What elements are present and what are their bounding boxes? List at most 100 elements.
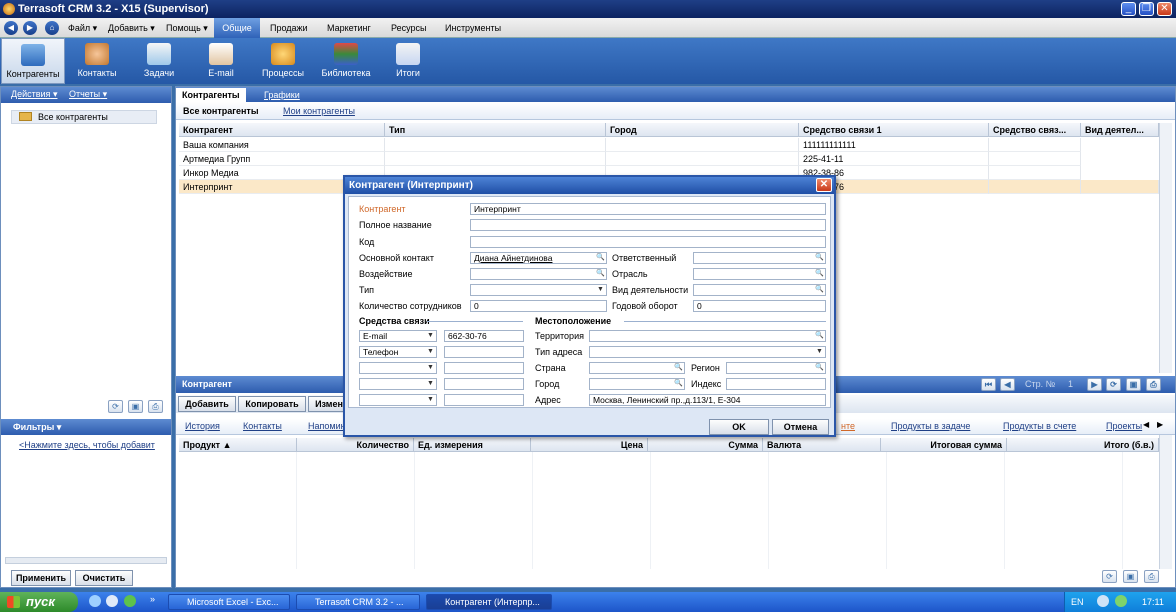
- products-save-icon[interactable]: ▣: [1123, 570, 1138, 583]
- cancel-button[interactable]: Отмена: [772, 419, 829, 435]
- detail-tab-history[interactable]: История: [185, 421, 220, 431]
- chevron-down-icon[interactable]: ▼: [425, 379, 436, 389]
- print-icon[interactable]: ⎙: [148, 400, 163, 413]
- actions-menu[interactable]: Действия ▾: [11, 89, 57, 100]
- subtab-my-accounts[interactable]: Мои контрагенты: [283, 106, 355, 116]
- tray-icon[interactable]: [1115, 595, 1127, 607]
- language-indicator[interactable]: EN: [1071, 597, 1084, 607]
- responsible-field[interactable]: 🔍: [693, 252, 826, 264]
- add-button[interactable]: Добавить: [178, 396, 236, 412]
- ribbon-contacts[interactable]: Контакты: [70, 38, 124, 84]
- city-field[interactable]: 🔍: [589, 378, 685, 390]
- col-quantity[interactable]: Количество: [297, 438, 414, 452]
- home-icon[interactable]: ⌂: [45, 21, 59, 35]
- ribbon-email[interactable]: E-mail: [194, 38, 248, 84]
- apply-button[interactable]: Применить: [11, 570, 71, 586]
- lookup-icon[interactable]: 🔍: [673, 379, 684, 389]
- ribbon-tasks[interactable]: Задачи: [132, 38, 186, 84]
- comm5-type-select[interactable]: ▼: [359, 394, 437, 406]
- col-activity[interactable]: Вид деятел...: [1081, 123, 1159, 137]
- account-field[interactable]: Интерпринт: [470, 203, 826, 215]
- tree-item-all-accounts[interactable]: Все контрагенты: [11, 110, 157, 124]
- page-number[interactable]: 1: [1068, 376, 1073, 393]
- menu-general[interactable]: Общие: [214, 18, 260, 38]
- comm3-type-select[interactable]: ▼: [359, 362, 437, 374]
- ribbon-accounts[interactable]: Контрагенты: [1, 38, 65, 84]
- chevron-down-icon[interactable]: ▼: [425, 347, 436, 357]
- address-field[interactable]: Москва, Ленинский пр.,д.113/1, Е-304: [589, 394, 826, 406]
- grid-vscroll[interactable]: [1159, 123, 1172, 373]
- menu-marketing[interactable]: Маркетинг: [323, 18, 375, 38]
- left-hscroll[interactable]: [5, 557, 167, 564]
- quicklaunch-ie-icon[interactable]: [89, 595, 101, 607]
- menu-sales[interactable]: Продажи: [266, 18, 312, 38]
- menu-tools[interactable]: Инструменты: [441, 18, 505, 38]
- products-print-icon[interactable]: ⎙: [1144, 570, 1159, 583]
- col-product[interactable]: Продукт ▲: [179, 438, 297, 452]
- task-excel[interactable]: Microsoft Excel - Exc...: [168, 594, 290, 610]
- save-icon[interactable]: ▣: [128, 400, 143, 413]
- grid-save-icon[interactable]: ▣: [1126, 378, 1141, 391]
- forward-icon[interactable]: ▶: [23, 21, 37, 35]
- address-type-select[interactable]: ▼: [589, 346, 826, 358]
- comm2-type-select[interactable]: Телефон ▼: [359, 346, 437, 358]
- country-field[interactable]: 🔍: [589, 362, 685, 374]
- tray-icon[interactable]: [1097, 595, 1109, 607]
- comm1-value-field[interactable]: 662-30-76: [444, 330, 524, 342]
- first-page-icon[interactable]: ⏮: [981, 378, 996, 391]
- tab-accounts[interactable]: Контрагенты: [176, 88, 246, 102]
- index-field[interactable]: [726, 378, 826, 390]
- products-vscroll[interactable]: [1159, 435, 1172, 569]
- tabs-left-icon[interactable]: ◀: [1143, 420, 1149, 429]
- menu-file[interactable]: Файл ▾: [64, 18, 101, 38]
- ribbon-processes[interactable]: Процессы: [256, 38, 310, 84]
- industry-field[interactable]: 🔍: [693, 268, 826, 280]
- col-city[interactable]: Город: [606, 123, 799, 137]
- detail-tab-task-products[interactable]: Продукты в задаче: [891, 421, 970, 431]
- tabs-right-icon[interactable]: ▶: [1157, 420, 1163, 429]
- reports-menu[interactable]: Отчеты ▾: [69, 89, 107, 100]
- grid-print-icon[interactable]: ⎙: [1146, 378, 1161, 391]
- main-contact-field[interactable]: Диана Айнетдинова 🔍: [470, 252, 607, 264]
- add-filter-link[interactable]: <Нажмите здесь, чтобы добавит: [19, 440, 155, 450]
- full-name-field[interactable]: [470, 219, 826, 231]
- filters-header[interactable]: Фильтры ▾: [1, 419, 171, 435]
- employees-field[interactable]: 0: [470, 300, 607, 312]
- task-dialog[interactable]: Контрагент (Интерпр...: [426, 594, 552, 610]
- comm3-value-field[interactable]: [444, 362, 524, 374]
- detail-tab-active[interactable]: нте: [841, 421, 855, 431]
- next-page-icon[interactable]: ▶: [1087, 378, 1102, 391]
- ok-button[interactable]: OK: [709, 419, 769, 435]
- comm4-type-select[interactable]: ▼: [359, 378, 437, 390]
- task-terrasoft[interactable]: Terrasoft CRM 3.2 - ...: [296, 594, 420, 610]
- subtab-all-accounts[interactable]: Все контрагенты: [183, 106, 259, 116]
- menu-add[interactable]: Добавить ▾: [104, 18, 159, 38]
- close-button[interactable]: ✕: [1157, 2, 1172, 16]
- prev-page-icon[interactable]: ◀: [1000, 378, 1015, 391]
- chevron-down-icon[interactable]: ▼: [814, 347, 825, 357]
- impact-field[interactable]: 🔍: [470, 268, 607, 280]
- back-icon[interactable]: ◀: [4, 21, 18, 35]
- chevron-down-icon[interactable]: ▼: [425, 363, 436, 373]
- copy-button[interactable]: Копировать: [238, 396, 306, 412]
- quicklaunch-media-icon[interactable]: [124, 595, 136, 607]
- detail-tab-contacts[interactable]: Контакты: [243, 421, 282, 431]
- lookup-icon[interactable]: 🔍: [673, 363, 684, 373]
- chevron-down-icon[interactable]: ▼: [425, 395, 436, 405]
- lookup-icon[interactable]: 🔍: [814, 331, 825, 341]
- lookup-icon[interactable]: 🔍: [814, 253, 825, 263]
- comm2-value-field[interactable]: [444, 346, 524, 358]
- lookup-icon[interactable]: 🔍: [814, 285, 825, 295]
- col-sum[interactable]: Сумма: [648, 438, 763, 452]
- products-refresh-icon[interactable]: ⟳: [1102, 570, 1117, 583]
- tab-charts[interactable]: Графики: [258, 88, 306, 102]
- col-price[interactable]: Цена: [531, 438, 648, 452]
- menu-resources[interactable]: Ресурсы: [387, 18, 431, 38]
- lookup-icon[interactable]: 🔍: [595, 253, 606, 263]
- lookup-icon[interactable]: 🔍: [595, 269, 606, 279]
- col-currency[interactable]: Валюта: [763, 438, 881, 452]
- col-total[interactable]: Итоговая сумма: [881, 438, 1007, 452]
- clear-button[interactable]: Очистить: [75, 570, 133, 586]
- table-row[interactable]: Ваша компания 111111111111: [179, 138, 1159, 152]
- comm4-value-field[interactable]: [444, 378, 524, 390]
